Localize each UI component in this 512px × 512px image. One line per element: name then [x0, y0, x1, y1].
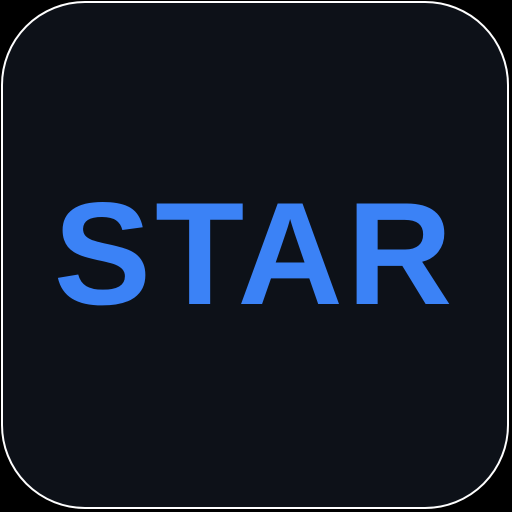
app-icon-label: STAR	[53, 172, 457, 335]
app-icon[interactable]: STAR	[1, 1, 509, 509]
